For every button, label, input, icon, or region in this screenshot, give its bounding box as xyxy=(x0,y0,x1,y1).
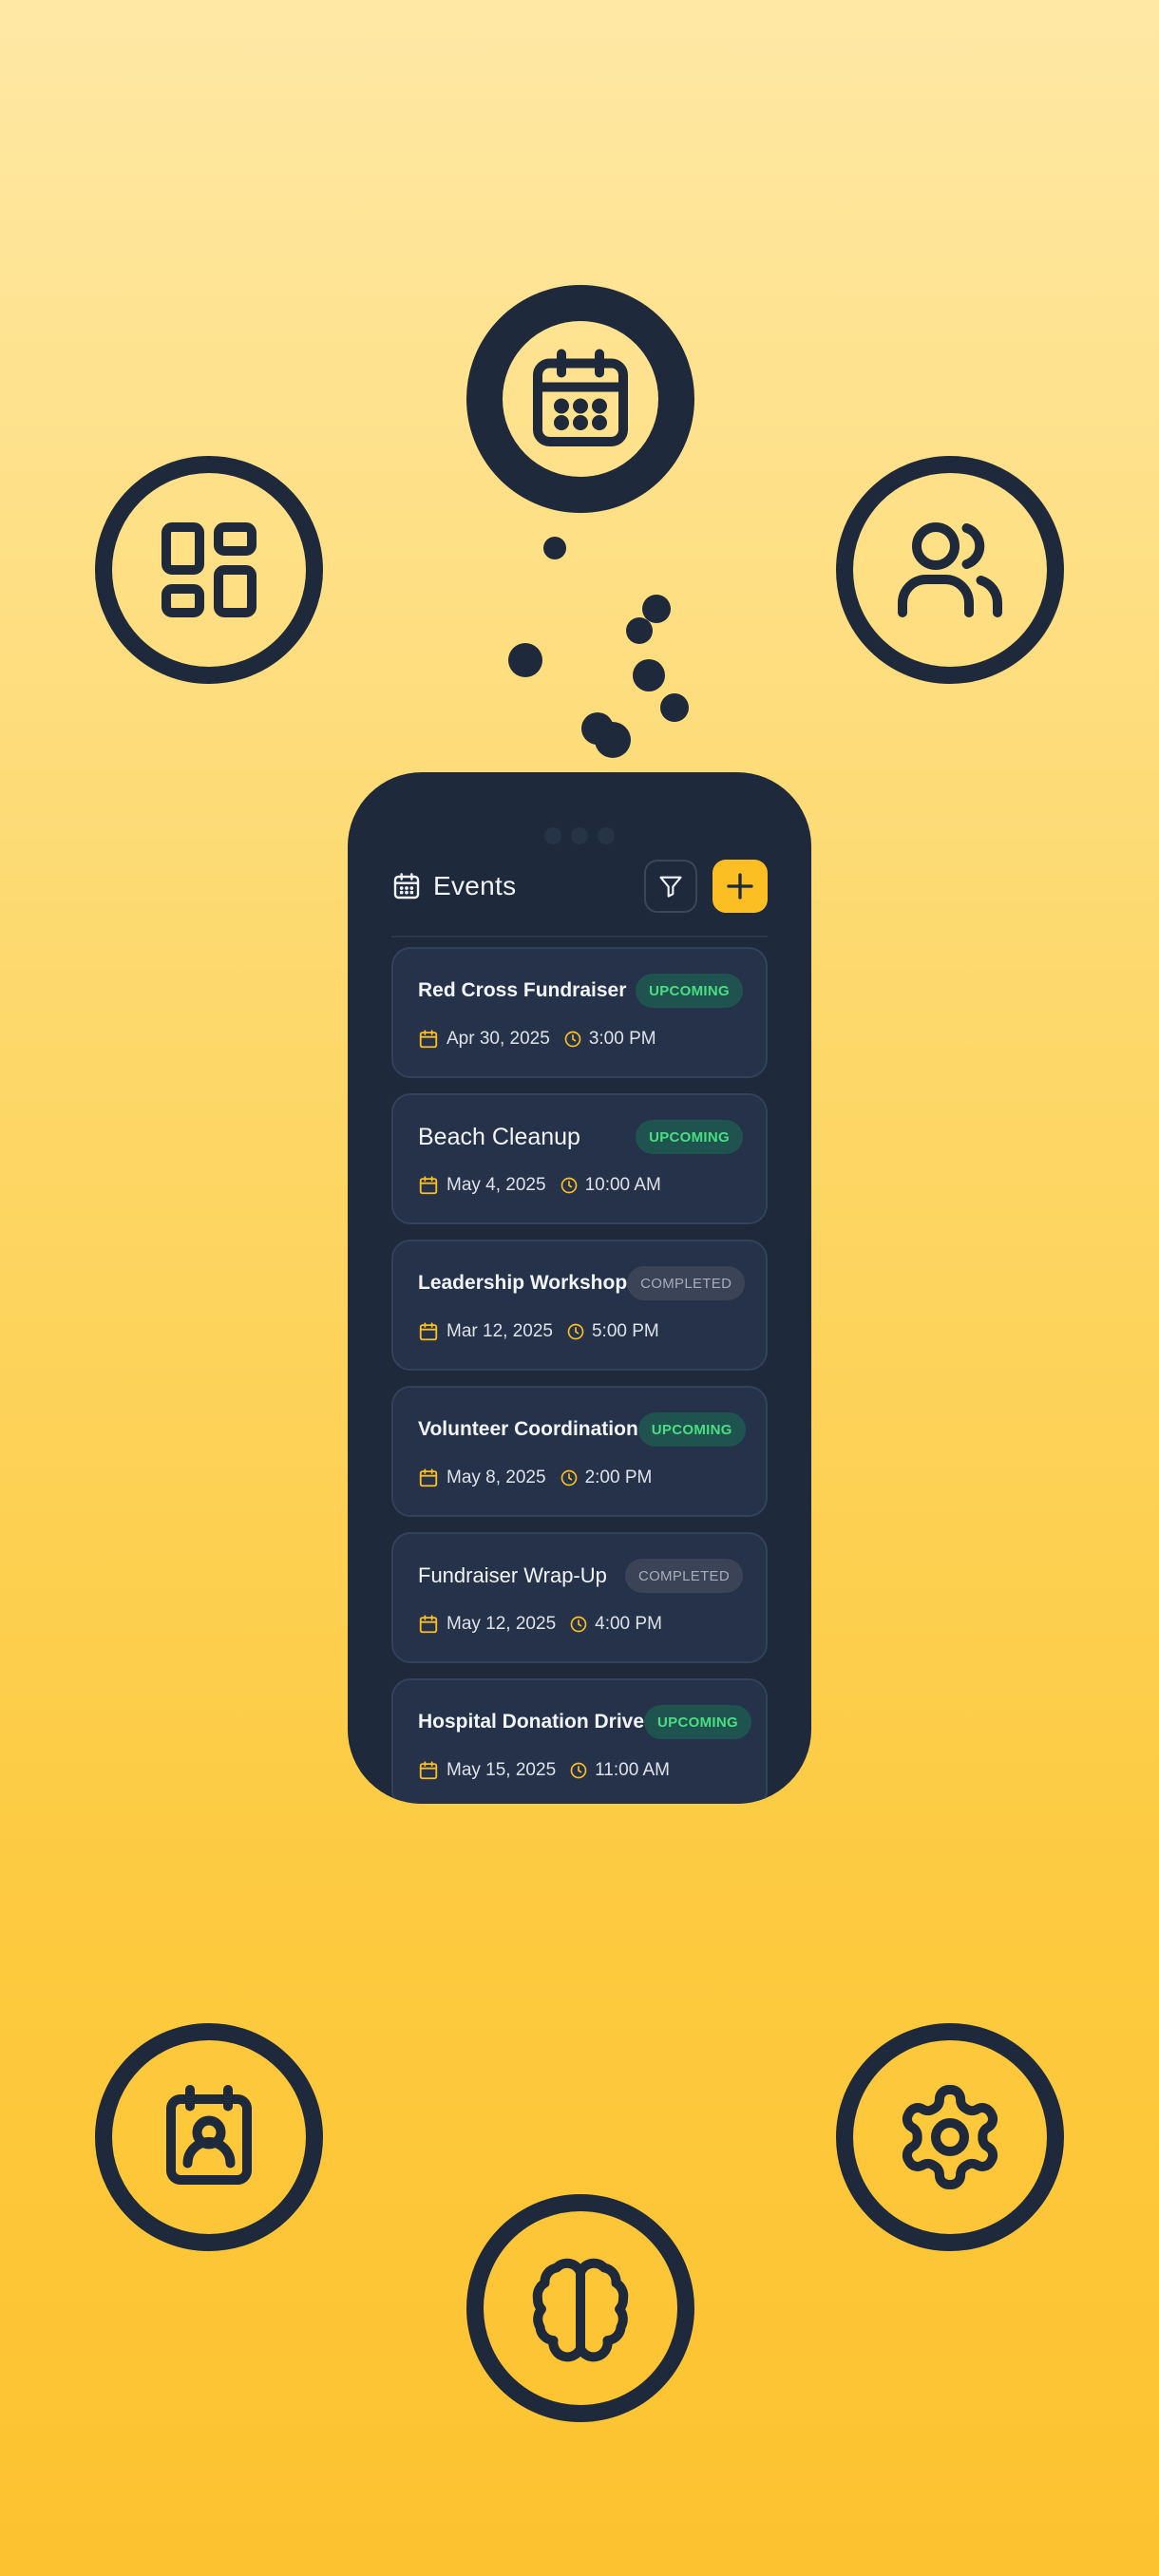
event-time: 2:00 PM xyxy=(584,1468,653,1487)
calendar-icon xyxy=(419,1761,438,1780)
event-card[interactable]: Volunteer Coordination UPCOMING May 8, 2… xyxy=(391,1386,768,1517)
event-list: Red Cross Fundraiser UPCOMING Apr 30, 20… xyxy=(391,947,768,1804)
dashboard-icon xyxy=(162,522,256,617)
calendar-icon xyxy=(393,873,420,900)
event-date: Apr 30, 2025 xyxy=(446,1029,550,1049)
header-divider xyxy=(391,936,768,938)
phone-screen: Events Red Cross Fundraiser UPCOMING Apr… xyxy=(348,772,811,1804)
calendar-icon-circle xyxy=(466,285,694,513)
event-name: Red Cross Fundraiser xyxy=(418,979,627,1001)
clock-icon xyxy=(560,1177,577,1194)
settings-icon xyxy=(902,2085,998,2189)
decorative-dot xyxy=(633,659,665,691)
event-name: Leadership Workshop xyxy=(418,1272,628,1294)
add-event-button[interactable] xyxy=(712,860,768,913)
event-card[interactable]: Hospital Donation Drive UPCOMING May 15,… xyxy=(391,1678,768,1804)
contact-icon-circle xyxy=(95,2023,323,2251)
clock-icon xyxy=(570,1616,587,1633)
event-time: 3:00 PM xyxy=(588,1029,656,1049)
camera-dots xyxy=(348,827,811,844)
decorative-dot xyxy=(543,537,566,559)
calendar-icon xyxy=(419,1322,438,1341)
clock-icon xyxy=(564,1031,581,1048)
decorative-dot xyxy=(595,722,631,758)
event-name: Beach Cleanup xyxy=(418,1123,580,1150)
contact-icon xyxy=(166,2085,252,2185)
clock-icon xyxy=(560,1469,577,1487)
event-date: May 12, 2025 xyxy=(446,1614,557,1634)
users-icon-circle xyxy=(836,456,1064,684)
event-card[interactable]: Red Cross Fundraiser UPCOMING Apr 30, 20… xyxy=(391,947,768,1078)
event-card[interactable]: Leadership Workshop COMPLETED Mar 12, 20… xyxy=(391,1240,768,1371)
event-date: Mar 12, 2025 xyxy=(446,1321,553,1341)
filter-icon xyxy=(659,876,682,898)
calendar-icon xyxy=(533,349,628,446)
clock-icon xyxy=(567,1323,584,1340)
event-time: 4:00 PM xyxy=(595,1614,662,1634)
status-badge: COMPLETED xyxy=(624,1559,743,1593)
event-time: 11:00 AM xyxy=(595,1760,671,1780)
event-name: Fundraiser Wrap-Up xyxy=(418,1563,607,1587)
status-badge: UPCOMING xyxy=(637,1412,746,1447)
clock-icon xyxy=(570,1762,587,1779)
dashboard-icon-circle xyxy=(95,456,323,684)
decorative-dot xyxy=(508,643,542,677)
status-badge: UPCOMING xyxy=(644,1705,751,1739)
users-icon xyxy=(898,522,1003,617)
event-name: Hospital Donation Drive xyxy=(418,1711,645,1733)
calendar-icon xyxy=(419,1468,438,1487)
events-header: Events xyxy=(391,860,768,913)
brain-icon xyxy=(532,2258,629,2362)
event-date: May 15, 2025 xyxy=(446,1760,557,1780)
event-date: May 4, 2025 xyxy=(446,1175,546,1195)
event-time: 5:00 PM xyxy=(591,1321,659,1341)
filter-button[interactable] xyxy=(644,860,697,913)
decorative-dot xyxy=(626,617,653,644)
page-title: Events xyxy=(433,871,517,900)
event-time: 10:00 AM xyxy=(584,1175,661,1195)
calendar-icon xyxy=(419,1615,438,1634)
status-badge: UPCOMING xyxy=(636,974,743,1008)
event-card[interactable]: Fundraiser Wrap-Up COMPLETED May 12, 202… xyxy=(391,1532,768,1663)
event-date: May 8, 2025 xyxy=(446,1468,546,1487)
event-card[interactable]: Beach Cleanup UPCOMING May 4, 2025 10:00… xyxy=(391,1093,768,1224)
event-name: Volunteer Coordination xyxy=(418,1418,638,1440)
brain-icon-circle xyxy=(466,2194,694,2422)
calendar-icon xyxy=(419,1176,438,1195)
calendar-icon xyxy=(419,1030,438,1049)
plus-icon xyxy=(727,873,753,900)
status-badge: UPCOMING xyxy=(636,1120,743,1154)
decorative-dot xyxy=(660,693,689,722)
status-badge: COMPLETED xyxy=(627,1266,746,1300)
settings-icon-circle xyxy=(836,2023,1064,2251)
